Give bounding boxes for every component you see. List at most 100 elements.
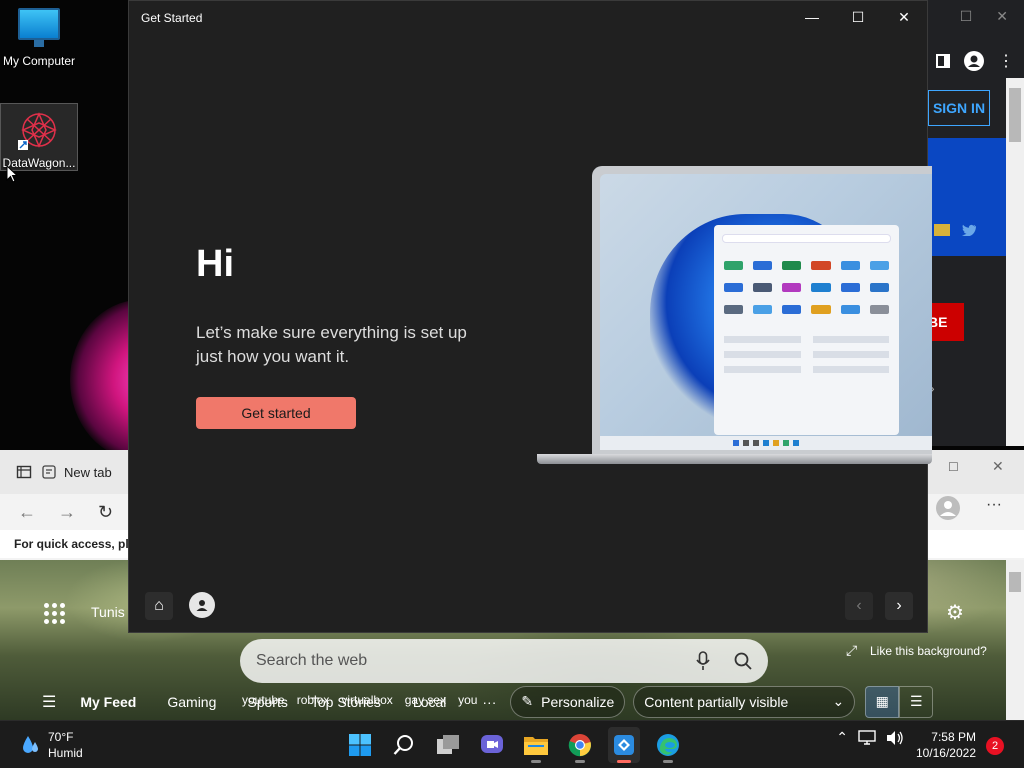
maximize-icon[interactable]: ☐ bbox=[960, 8, 973, 25]
task-view-icon bbox=[437, 735, 459, 754]
new-tab-page-icon bbox=[42, 465, 56, 479]
refresh-icon[interactable]: ↻ bbox=[98, 502, 113, 523]
more-icon[interactable]: ··· bbox=[482, 694, 496, 710]
list-layout-icon[interactable]: ☰ bbox=[899, 685, 934, 718]
more-icon[interactable]: ⋮ bbox=[998, 51, 1014, 71]
desktop-icon-my-computer[interactable]: My Computer bbox=[0, 8, 78, 74]
chrome-icon bbox=[568, 734, 592, 757]
desktop-icon-label: My Computer bbox=[2, 54, 76, 68]
edge-icon bbox=[657, 734, 679, 756]
profile-avatar-icon[interactable] bbox=[936, 496, 960, 520]
start-menu-preview bbox=[714, 225, 899, 435]
greeting-subtitle: Let’s make sure everything is set up jus… bbox=[196, 323, 467, 366]
weather-condition: Humid bbox=[48, 746, 83, 760]
expand-icon[interactable]: ⤢ bbox=[846, 642, 857, 659]
quick-links: youtube roblox virtualbox gay sex you bbox=[242, 693, 477, 707]
web-search-box[interactable]: Search the web bbox=[240, 639, 768, 683]
account-icon[interactable] bbox=[189, 592, 215, 618]
edge-button[interactable] bbox=[652, 727, 684, 763]
laptop-illustration bbox=[537, 166, 932, 466]
taskbar-search-button[interactable] bbox=[388, 727, 420, 763]
microphone-icon[interactable] bbox=[696, 651, 710, 671]
taskbar: 70°F Humid ⌃ 7:58 PM 10/16/2022 2 bbox=[0, 720, 1024, 768]
feed-nav-bar: ☰ My Feed Gaming Sports Top Stories Loca… bbox=[0, 683, 1006, 720]
search-input[interactable]: Search the web bbox=[256, 652, 696, 670]
subscribe-button[interactable]: BE bbox=[928, 303, 964, 341]
get-started-icon bbox=[614, 735, 634, 755]
grid-layout-icon[interactable]: ▦ bbox=[865, 685, 900, 718]
feed-tab-gaming[interactable]: Gaming bbox=[167, 694, 216, 710]
personalize-label: Personalize bbox=[541, 693, 615, 710]
personalize-button[interactable]: ✎ Personalize bbox=[510, 685, 626, 718]
apps-launcher-icon[interactable] bbox=[44, 603, 65, 624]
raindrop-icon bbox=[23, 736, 38, 753]
greeting-heading: Hi bbox=[196, 243, 234, 285]
content-visibility-select[interactable]: Content partially visible ⌄ bbox=[633, 685, 856, 718]
network-icon[interactable] bbox=[858, 729, 876, 746]
twitter-icon[interactable] bbox=[962, 224, 976, 236]
get-started-window[interactable]: Get Started — ☐ ✕ Hi Let’s make sure eve… bbox=[128, 0, 932, 633]
scrollbar-thumb[interactable] bbox=[1009, 88, 1021, 142]
forward-icon[interactable]: → bbox=[58, 502, 76, 523]
tab-actions-icon[interactable] bbox=[16, 464, 32, 480]
previous-icon[interactable]: ‹ bbox=[845, 592, 873, 620]
quick-link[interactable]: gay sex bbox=[405, 693, 446, 707]
content-visibility-value: Content partially visible bbox=[644, 693, 789, 710]
windows-desktop-preview bbox=[600, 174, 932, 450]
window-title: Get Started bbox=[141, 11, 203, 25]
menu-icon[interactable]: ☰ bbox=[42, 692, 56, 712]
file-explorer-button[interactable] bbox=[520, 727, 552, 763]
more-icon[interactable]: ··· bbox=[986, 496, 1002, 514]
settings-gear-icon[interactable]: ⚙ bbox=[946, 600, 964, 625]
mouse-cursor-icon bbox=[6, 165, 18, 183]
like-background-link[interactable]: Like this background? bbox=[870, 644, 987, 658]
close-icon[interactable]: ✕ bbox=[996, 8, 1008, 25]
desktop-icon-datawagon[interactable]: DataWagon... bbox=[0, 103, 78, 171]
image-icon bbox=[934, 224, 950, 236]
search-icon bbox=[393, 735, 413, 755]
quick-link[interactable]: you bbox=[458, 693, 477, 707]
monitor-icon bbox=[18, 8, 60, 47]
weather-widget[interactable]: 70°F Humid bbox=[22, 729, 83, 761]
personalize-icon: ✎ bbox=[521, 693, 534, 709]
get-started-button[interactable]: Get started bbox=[196, 397, 356, 429]
sidebar-icon[interactable] bbox=[936, 54, 950, 68]
windows-logo-icon bbox=[349, 734, 371, 756]
account-icon[interactable] bbox=[964, 51, 984, 71]
back-icon[interactable]: ← bbox=[18, 502, 36, 523]
chat-button[interactable] bbox=[476, 727, 508, 763]
feed-tab-my-feed[interactable]: My Feed bbox=[80, 694, 136, 710]
maximize-icon[interactable]: ☐ bbox=[948, 460, 959, 474]
close-icon[interactable]: ✕ bbox=[881, 1, 927, 33]
background-browser-window[interactable]: ☐ ✕ ⋮ SIGN IN BE › bbox=[928, 0, 1024, 446]
vertical-scrollbar[interactable] bbox=[1006, 78, 1024, 446]
folder-icon bbox=[524, 737, 548, 755]
tab-new-tab[interactable]: New tab bbox=[42, 465, 112, 480]
volume-icon[interactable] bbox=[886, 730, 904, 746]
vertical-scrollbar[interactable] bbox=[1006, 560, 1024, 720]
teams-chat-icon bbox=[481, 735, 503, 753]
weather-location[interactable]: Tunis bbox=[91, 604, 125, 620]
scrollbar-thumb[interactable] bbox=[1009, 572, 1021, 592]
quick-link[interactable]: youtube bbox=[242, 693, 285, 707]
edge-window-controls: ☐ ✕ ··· bbox=[928, 450, 1024, 560]
quick-link[interactable]: virtualbox bbox=[341, 693, 392, 707]
datawagon-icon bbox=[18, 112, 57, 150]
close-icon[interactable]: ✕ bbox=[992, 458, 1004, 475]
start-button[interactable] bbox=[344, 727, 376, 763]
sign-in-button[interactable]: SIGN IN bbox=[928, 90, 990, 126]
chrome-button[interactable] bbox=[564, 727, 596, 763]
home-icon[interactable]: ⌂ bbox=[145, 592, 173, 620]
maximize-icon[interactable]: ☐ bbox=[835, 1, 881, 33]
chevron-down-icon: ⌄ bbox=[832, 693, 845, 709]
task-view-button[interactable] bbox=[432, 727, 464, 763]
quick-link[interactable]: roblox bbox=[297, 693, 330, 707]
system-clock[interactable]: 7:58 PM 10/16/2022 bbox=[916, 729, 976, 761]
chevron-up-icon[interactable]: ⌃ bbox=[836, 729, 848, 746]
next-icon[interactable]: › bbox=[885, 592, 913, 620]
clock-time: 7:58 PM bbox=[931, 730, 976, 744]
search-icon[interactable] bbox=[734, 652, 752, 670]
notification-badge[interactable]: 2 bbox=[986, 737, 1004, 755]
minimize-icon[interactable]: — bbox=[789, 1, 835, 33]
get-started-app-button[interactable] bbox=[608, 727, 640, 763]
